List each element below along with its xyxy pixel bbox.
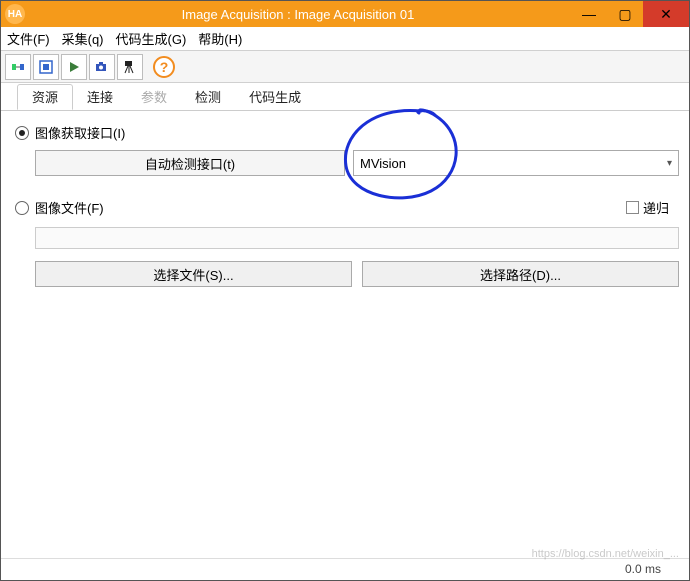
statusbar: 0.0 ms [1, 558, 689, 578]
select-file-button[interactable]: 选择文件(S)... [35, 261, 352, 287]
close-button[interactable]: ✕ [643, 1, 689, 27]
watermark: https://blog.csdn.net/weixin_... [532, 548, 679, 560]
menu-help[interactable]: 帮助(H) [198, 29, 242, 48]
connect-icon[interactable] [5, 54, 31, 80]
status-time: 0.0 ms [625, 562, 661, 576]
menu-file[interactable]: 文件(F) [7, 29, 50, 48]
tab-connection[interactable]: 连接 [73, 84, 127, 110]
toolbar: ? [1, 51, 689, 83]
radio-file[interactable] [15, 201, 29, 215]
tab-detect[interactable]: 检测 [181, 84, 235, 110]
path-input[interactable] [35, 227, 679, 249]
recurse-option[interactable]: 递归 [626, 198, 669, 217]
app-icon: HA [5, 4, 25, 24]
tab-resource[interactable]: 资源 [17, 84, 73, 110]
chevron-down-icon: ▾ [667, 158, 672, 169]
live-icon[interactable] [61, 54, 87, 80]
recurse-checkbox[interactable] [626, 201, 639, 214]
menu-codegen[interactable]: 代码生成(G) [116, 29, 187, 48]
radio-file-row[interactable]: 图像文件(F) 递归 [15, 198, 679, 217]
snap-icon[interactable] [33, 54, 59, 80]
tripod-camera-icon[interactable] [117, 54, 143, 80]
window-buttons: — ▢ ✕ [571, 1, 689, 27]
tab-params: 参数 [127, 84, 181, 110]
content-area: 图像获取接口(I) 自动检测接口(t) MVision ▾ 图像文件(F) 递归… [1, 111, 689, 287]
maximize-button[interactable]: ▢ [607, 1, 643, 27]
select-path-button[interactable]: 选择路径(D)... [362, 261, 679, 287]
menu-acquire[interactable]: 采集(q) [62, 29, 104, 48]
minimize-button[interactable]: — [571, 1, 607, 27]
tab-codegen[interactable]: 代码生成 [235, 84, 315, 110]
radio-interface[interactable] [15, 126, 29, 140]
interface-combo[interactable]: MVision ▾ [353, 150, 679, 176]
interface-combo-value: MVision [360, 156, 406, 171]
menubar: 文件(F) 采集(q) 代码生成(G) 帮助(H) [1, 27, 689, 51]
autodetect-button[interactable]: 自动检测接口(t) [35, 150, 345, 176]
radio-interface-row[interactable]: 图像获取接口(I) [15, 123, 679, 142]
camera-icon[interactable] [89, 54, 115, 80]
help-icon[interactable]: ? [153, 56, 175, 78]
tabstrip: 资源 连接 参数 检测 代码生成 [1, 83, 689, 111]
titlebar: HA Image Acquisition : Image Acquisition… [1, 1, 689, 27]
window-title: Image Acquisition : Image Acquisition 01 [25, 7, 571, 22]
radio-file-label: 图像文件(F) [35, 198, 104, 217]
recurse-label: 递归 [643, 198, 669, 217]
radio-interface-label: 图像获取接口(I) [35, 123, 125, 142]
